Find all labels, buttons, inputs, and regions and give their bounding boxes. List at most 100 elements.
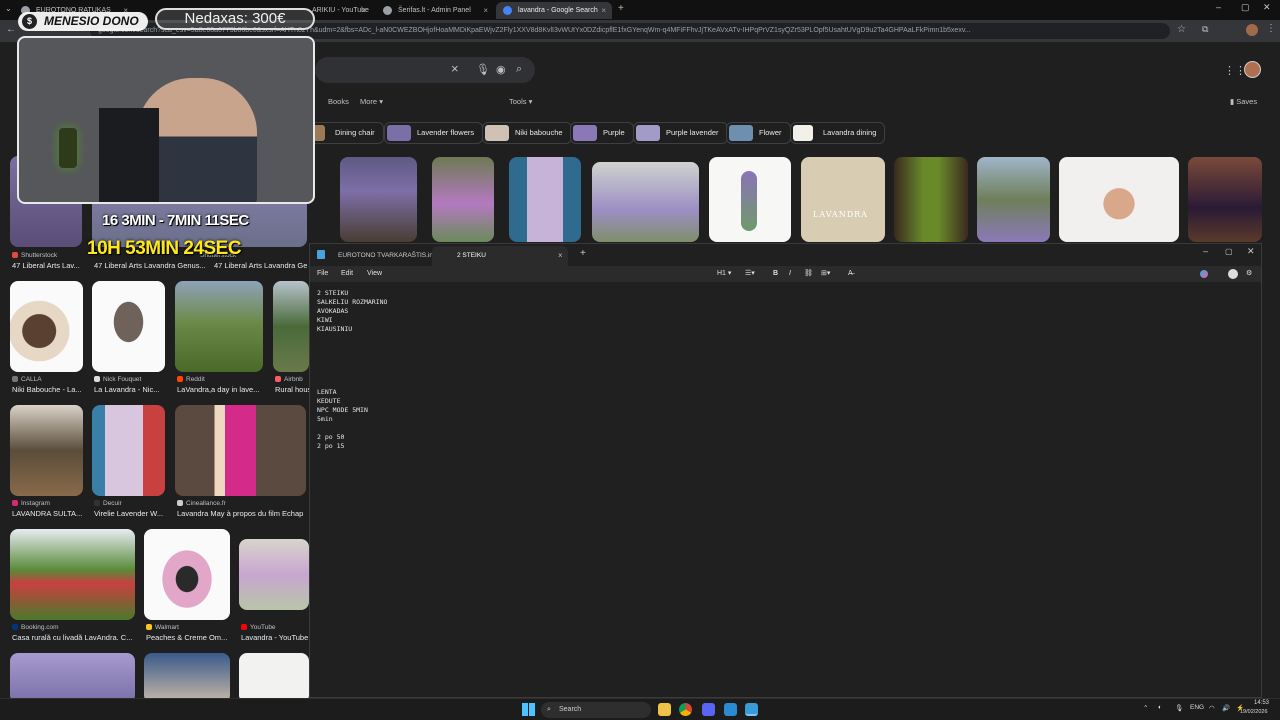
- result-image[interactable]: [144, 653, 230, 698]
- profile-avatar[interactable]: [1246, 24, 1258, 36]
- chip-lavender-flowers[interactable]: Lavender flowers: [384, 122, 484, 144]
- result-image[interactable]: [239, 653, 309, 698]
- result-image[interactable]: [239, 539, 309, 610]
- result-image[interactable]: [509, 157, 581, 242]
- lens-icon[interactable]: ◉: [496, 63, 506, 76]
- result-caption[interactable]: Casa rurală cu livadă LavAndra. C...: [12, 633, 137, 642]
- clock-date[interactable]: 19/02/2026: [1240, 709, 1268, 715]
- wifi-icon[interactable]: ◠: [1209, 704, 1215, 712]
- result-caption[interactable]: 47 Liberal Arts Lavandra Genus...: [94, 261, 209, 270]
- search-box[interactable]: × 🎙 ◉ ⌕: [315, 57, 535, 83]
- new-tab-button[interactable]: +: [580, 248, 586, 259]
- menu-edit[interactable]: Edit: [341, 266, 353, 282]
- clock-time[interactable]: 14:53: [1254, 700, 1269, 706]
- vscode-icon[interactable]: [724, 703, 737, 716]
- result-caption[interactable]: Lavandra - YouTube: [241, 633, 309, 642]
- copilot-icon[interactable]: [1200, 270, 1208, 278]
- discord-icon[interactable]: [702, 703, 715, 716]
- result-image[interactable]: [144, 529, 230, 620]
- result-image[interactable]: [10, 281, 83, 372]
- result-image[interactable]: [709, 157, 791, 242]
- chrome-icon[interactable]: [679, 703, 692, 716]
- tray-chevron-icon[interactable]: ⌃: [1143, 704, 1148, 712]
- close-icon[interactable]: ×: [361, 2, 366, 19]
- nav-tools[interactable]: Tools ▾: [509, 97, 532, 106]
- result-image[interactable]: [340, 157, 417, 242]
- language-indicator[interactable]: ENG: [1190, 704, 1204, 711]
- minimize-button[interactable]: –: [1216, 2, 1221, 12]
- chip-niki-babouche[interactable]: Niki babouche: [482, 122, 572, 144]
- clear-icon[interactable]: ×: [451, 61, 459, 76]
- result-caption[interactable]: Virelie Lavender W...: [94, 509, 166, 518]
- clear-format-icon[interactable]: A̶: [848, 266, 853, 282]
- heading-dropdown[interactable]: H1 ▾: [717, 266, 731, 282]
- result-caption[interactable]: Lavandra May à propos du film Echap: [177, 509, 308, 518]
- link-icon[interactable]: ⛓: [804, 266, 813, 282]
- bold-icon[interactable]: B: [773, 266, 778, 282]
- chip-lavandra-dining[interactable]: Lavandra dining: [790, 122, 886, 144]
- result-image[interactable]: [977, 157, 1050, 242]
- chip-dining-chair[interactable]: Dining chair: [308, 122, 384, 144]
- close-icon[interactable]: ×: [558, 246, 563, 266]
- notepad-tab-2-steiku[interactable]: 2 STEIKU ×: [432, 246, 568, 266]
- result-image[interactable]: [894, 157, 968, 242]
- settings-gear-icon[interactable]: ⚙: [1246, 266, 1252, 282]
- notepad-text-area[interactable]: 2 STEIKU SALKELIU ROZMARINO AVOKADAS KIW…: [317, 289, 387, 451]
- result-image[interactable]: [592, 162, 699, 242]
- file-explorer-icon[interactable]: [658, 703, 671, 716]
- menu-file[interactable]: File: [317, 266, 328, 282]
- result-caption[interactable]: 47 Liberal Arts Lav...: [12, 261, 84, 270]
- italic-icon[interactable]: I: [789, 266, 791, 282]
- microphone-icon[interactable]: 🎙: [476, 63, 490, 76]
- tab-search-icon[interactable]: ⌄: [5, 4, 12, 13]
- result-image[interactable]: [1188, 157, 1262, 242]
- chip-purple[interactable]: Purple: [570, 122, 634, 144]
- tab-serifas-admin[interactable]: Šerifas.lt - Admin Panel ×: [376, 2, 494, 19]
- back-icon[interactable]: ←: [6, 24, 16, 35]
- new-tab-button[interactable]: +: [618, 3, 624, 14]
- close-window-button[interactable]: ✕: [1263, 2, 1271, 13]
- result-caption[interactable]: La Lavandra - Nic...: [94, 385, 166, 394]
- notepad-taskbar-icon[interactable]: [745, 703, 758, 716]
- chip-flower[interactable]: Flower: [726, 122, 791, 144]
- volume-icon[interactable]: 🔊: [1222, 704, 1230, 712]
- menu-kebab-icon[interactable]: ⋮: [1266, 23, 1276, 34]
- chip-purple-lavender[interactable]: Purple lavender: [633, 122, 728, 144]
- tray-app-icon[interactable]: ◐: [1158, 704, 1162, 711]
- result-image[interactable]: [175, 281, 263, 372]
- microphone-icon[interactable]: 🎙: [1175, 704, 1183, 712]
- list-icon[interactable]: ☰▾: [745, 266, 755, 282]
- result-image[interactable]: [10, 529, 135, 620]
- minimize-button[interactable]: –: [1203, 246, 1208, 256]
- account-avatar[interactable]: [1244, 61, 1261, 78]
- result-image[interactable]: [92, 281, 165, 372]
- nav-books[interactable]: Books: [328, 97, 349, 106]
- result-image[interactable]: [175, 405, 306, 496]
- table-icon[interactable]: ⊞▾: [821, 266, 830, 282]
- close-icon[interactable]: ×: [483, 2, 488, 19]
- account-icon[interactable]: [1228, 269, 1238, 279]
- nav-more[interactable]: More ▾: [360, 97, 383, 106]
- result-caption[interactable]: LaVandra,a day in lave...: [177, 385, 265, 394]
- result-image[interactable]: [10, 653, 135, 698]
- result-caption[interactable]: Niki Babouche - La...: [12, 385, 84, 394]
- maximize-button[interactable]: ▢: [1241, 2, 1250, 13]
- taskbar-search[interactable]: ⌕ Search: [541, 702, 651, 718]
- close-window-button[interactable]: ✕: [1247, 246, 1255, 257]
- result-image[interactable]: [1059, 157, 1179, 242]
- nav-saves[interactable]: ▮ Saves: [1230, 97, 1257, 106]
- result-image[interactable]: [92, 405, 165, 496]
- apps-grid-icon[interactable]: ⋮⋮: [1224, 64, 1246, 77]
- start-windows-icon[interactable]: [522, 703, 535, 716]
- close-icon[interactable]: ×: [601, 2, 606, 19]
- result-caption[interactable]: 47 Liberal Arts Lavandra Ge...: [214, 261, 308, 270]
- search-icon[interactable]: ⌕: [516, 63, 522, 76]
- menu-view[interactable]: View: [367, 266, 382, 282]
- result-image[interactable]: LAVANDRA: [801, 157, 885, 242]
- result-image[interactable]: [432, 157, 494, 242]
- result-caption[interactable]: Peaches & Creme Om...: [146, 633, 232, 642]
- notepad-tab-eurotono[interactable]: EUROTONO TVARKARAŠTIS.ini: [312, 246, 434, 266]
- result-image[interactable]: [10, 405, 83, 496]
- maximize-button[interactable]: ▢: [1225, 247, 1233, 256]
- extensions-icon[interactable]: ⧉: [1202, 24, 1208, 35]
